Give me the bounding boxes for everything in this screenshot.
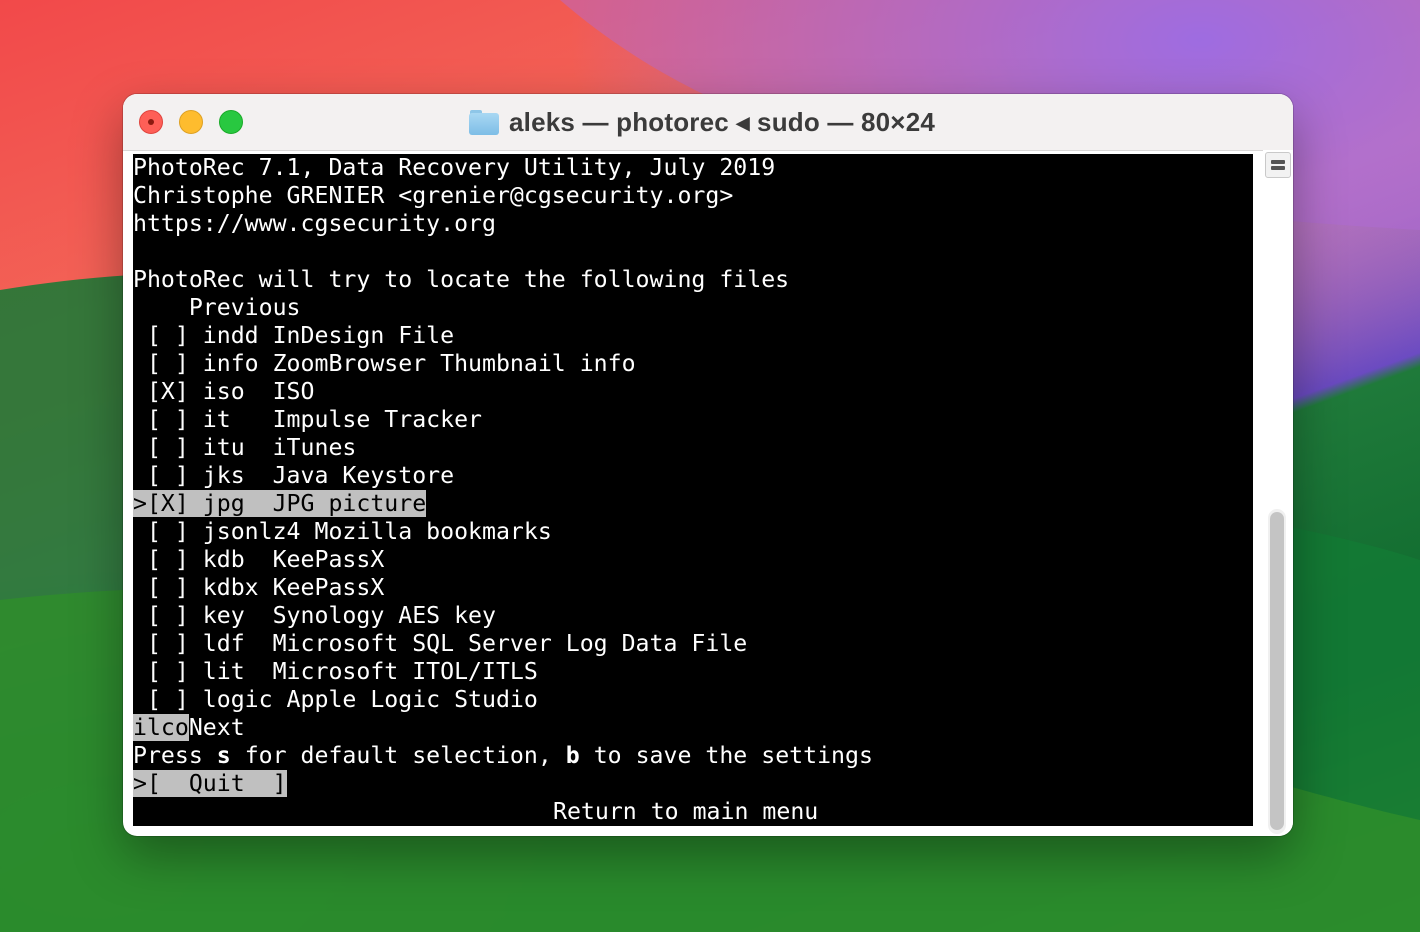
file-type-item-jks[interactable]: [ ] jks Java Keystore <box>133 462 454 490</box>
terminal-line-author: Christophe GRENIER <grenier@cgsecurity.o… <box>133 182 734 209</box>
terminal-line-website: https://www.cgsecurity.org <box>133 210 496 237</box>
terminal-line-intro: PhotoRec will try to locate the followin… <box>133 266 790 293</box>
file-type-item-info[interactable]: [ ] info ZoomBrowser Thumbnail info <box>133 350 636 378</box>
split-pane-icon[interactable] <box>1265 152 1291 178</box>
close-button[interactable] <box>139 110 163 134</box>
terminal-line-header: PhotoRec 7.1, Data Recovery Utility, Jul… <box>133 154 776 181</box>
help-text-2: for default selection, <box>230 742 566 769</box>
file-type-item-ldf[interactable]: [ ] ldf Microsoft SQL Server Log Data Fi… <box>133 630 747 658</box>
zoom-button[interactable] <box>219 110 243 134</box>
file-type-item-indd[interactable]: [ ] indd InDesign File <box>133 322 454 350</box>
file-type-item-lit[interactable]: [ ] lit Microsoft ITOL/ITLS <box>133 658 538 686</box>
scrollbar-thumb[interactable] <box>1270 512 1284 830</box>
terminal-content[interactable]: PhotoRec 7.1, Data Recovery Utility, Jul… <box>133 154 1253 826</box>
next-typed-filter: ilco <box>133 714 189 741</box>
file-type-item-itu[interactable]: [ ] itu iTunes <box>133 434 356 462</box>
key-b-hint: b <box>565 742 580 769</box>
file-type-item-iso[interactable]: [X] iso ISO <box>133 378 315 406</box>
file-type-item-kdbx[interactable]: [ ] kdbx KeePassX <box>133 574 384 602</box>
file-type-item-jsonlz4[interactable]: [ ] jsonlz4 Mozilla bookmarks <box>133 518 552 546</box>
selected-item-label: >[X] jpg JPG picture <box>133 490 427 517</box>
window-title-group: aleks — photorec ◂ sudo — 80×24 <box>469 104 935 140</box>
window-title: aleks — photorec ◂ sudo — 80×24 <box>509 106 936 137</box>
file-type-item-jpg-selected[interactable]: >[X] jpg JPG picture <box>133 490 427 518</box>
file-type-item-it[interactable]: [ ] it Impulse Tracker <box>133 406 482 434</box>
help-text-3: to save the settings <box>579 742 873 769</box>
quit-button-row: >[ Quit ] <box>133 770 287 798</box>
next-label: Next <box>188 714 245 741</box>
key-s-hint: s <box>216 742 231 769</box>
file-type-item-kdb[interactable]: [ ] kdb KeePassX <box>133 546 384 574</box>
file-type-item-logic[interactable]: [ ] logic Apple Logic Studio <box>133 686 538 714</box>
help-line: Press s for default selection, b to save… <box>133 742 873 770</box>
file-type-item-key[interactable]: [ ] key Synology AES key <box>133 602 496 630</box>
terminal-window: aleks — photorec ◂ sudo — 80×24 PhotoRec… <box>123 94 1293 836</box>
help-text-1: Press <box>133 742 217 769</box>
previous-link[interactable]: Previous <box>133 294 301 322</box>
minimize-button[interactable] <box>179 110 203 134</box>
next-link[interactable]: ilcoNext <box>133 714 245 742</box>
title-bar[interactable]: aleks — photorec ◂ sudo — 80×24 <box>123 94 1293 151</box>
status-line: Return to main menu <box>553 798 819 825</box>
folder-icon <box>469 109 499 135</box>
quit-button[interactable]: >[ Quit ] <box>133 770 287 797</box>
